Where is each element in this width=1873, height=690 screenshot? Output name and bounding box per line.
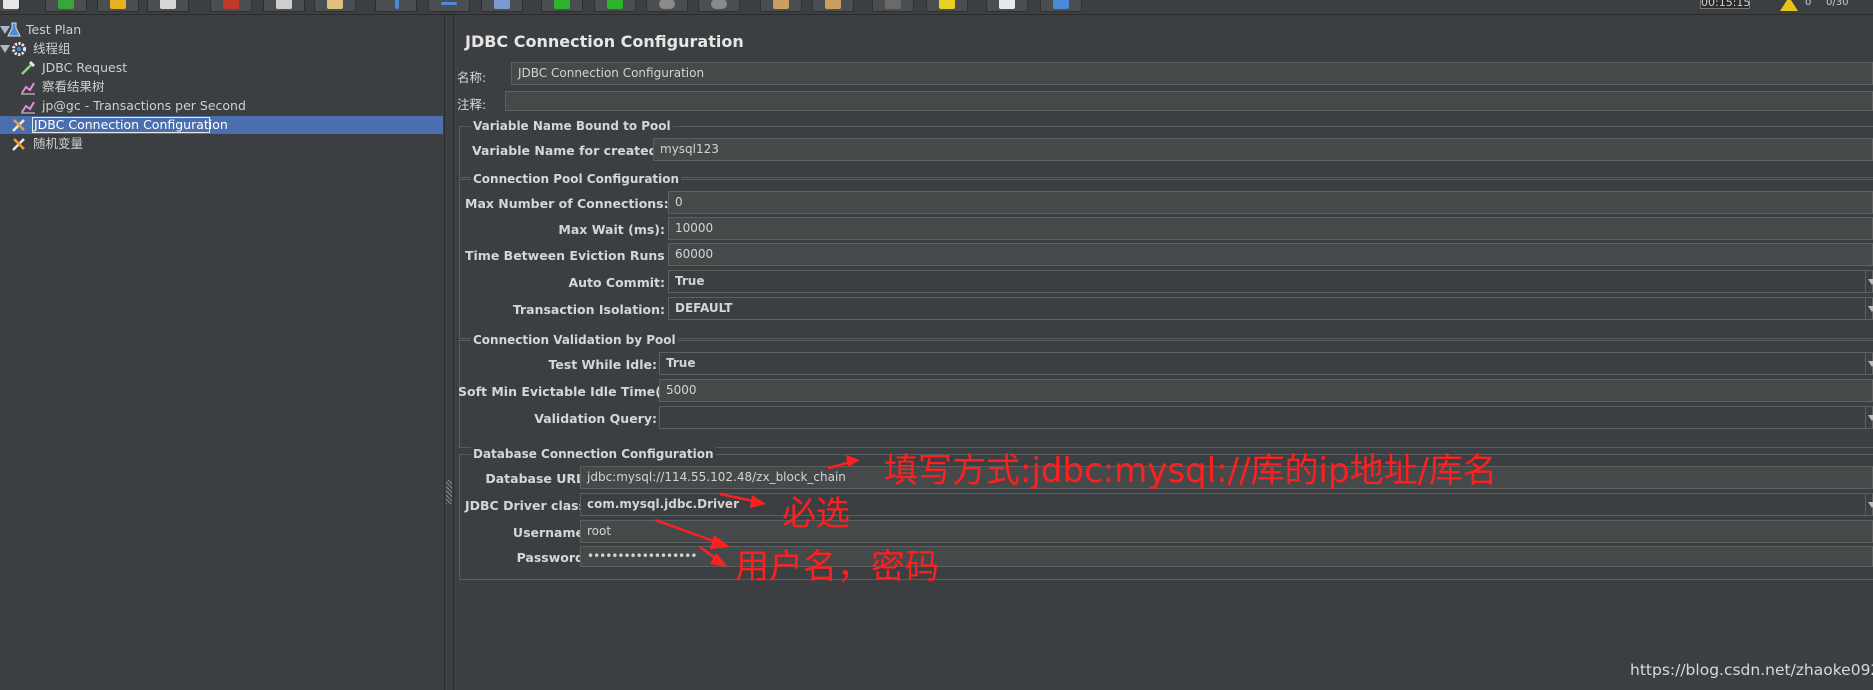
- tree-item-thread-group[interactable]: 线程组: [0, 40, 300, 58]
- test-while-idle-select[interactable]: True: [659, 352, 1873, 375]
- chevron-down-icon[interactable]: [1868, 306, 1873, 312]
- combo-divider: [1865, 297, 1866, 320]
- chart-icon: [21, 82, 35, 95]
- cut-icon[interactable]: [210, 0, 252, 12]
- config-panel: JDBC Connection Configuration 名称: JDBC C…: [455, 15, 1873, 690]
- save-icon[interactable]: [147, 0, 189, 12]
- pane-splitter[interactable]: [444, 15, 454, 690]
- function-helper-icon[interactable]: [986, 0, 1028, 12]
- max-wait-input[interactable]: 10000: [668, 217, 1873, 240]
- elapsed-timer: 00:15:15: [1700, 0, 1750, 9]
- new-icon[interactable]: [0, 0, 20, 12]
- copy-icon[interactable]: [263, 0, 305, 12]
- tree-item-test-plan[interactable]: Test Plan: [0, 21, 300, 39]
- start-icon[interactable]: [541, 0, 583, 12]
- toolbar: 00:15:15 0 0/30: [0, 0, 1873, 15]
- tree-item-label: JDBC Request: [42, 60, 128, 75]
- name-input[interactable]: JDBC Connection Configuration: [511, 62, 1873, 85]
- username-input[interactable]: root: [580, 520, 1873, 543]
- transaction-isolation-select[interactable]: DEFAULT: [668, 297, 1873, 320]
- expand-icon[interactable]: [375, 0, 417, 12]
- combo-divider: [1865, 270, 1866, 293]
- chevron-down-icon[interactable]: [1868, 415, 1873, 421]
- transaction-isolation-label: Transaction Isolation:: [512, 302, 665, 317]
- pool-name-input[interactable]: mysql123: [653, 138, 1873, 161]
- name-label: 名称:: [457, 70, 487, 85]
- tree-item-transactions-per-second[interactable]: jp@gc - Transactions per Second: [0, 97, 300, 115]
- pipette-icon: [21, 60, 36, 75]
- tools-icon: [12, 119, 25, 132]
- clear-all-icon[interactable]: [812, 0, 854, 12]
- test-while-idle-label: Test While Idle:: [548, 357, 657, 372]
- password-label: Password:: [516, 550, 589, 565]
- jdbc-driver-select[interactable]: com.mysql.jdbc.Driver: [580, 493, 1873, 516]
- shutdown-icon[interactable]: [698, 0, 740, 12]
- group-title: Connection Validation by Pool: [471, 333, 678, 347]
- username-label: Username:: [512, 525, 589, 540]
- tree-item-label: JDBC Connection Configuration: [34, 117, 228, 132]
- validation-query-label: Validation Query:: [534, 411, 657, 426]
- driver-required-note: 必选: [782, 494, 850, 534]
- jdbc-driver-label: JDBC Driver class:: [465, 498, 592, 513]
- tree-item-label: 随机变量: [33, 136, 84, 151]
- tree-item-label: jp@gc - Transactions per Second: [42, 98, 246, 113]
- soft-min-idle-input[interactable]: 5000: [659, 379, 1873, 402]
- paste-icon[interactable]: [314, 0, 356, 12]
- start-no-pause-icon[interactable]: [594, 0, 636, 12]
- page-title: JDBC Connection Configuration: [465, 32, 744, 51]
- tree-item-label: Test Plan: [26, 22, 82, 37]
- combo-divider: [1865, 406, 1866, 429]
- tree-item-label: 线程组: [33, 41, 71, 56]
- toggle-icon[interactable]: [481, 0, 523, 12]
- max-connections-input[interactable]: 0: [668, 191, 1873, 214]
- search-icon[interactable]: [872, 0, 914, 12]
- stop-icon[interactable]: [646, 0, 688, 12]
- chevron-down-icon[interactable]: [1868, 502, 1873, 508]
- open-icon[interactable]: [97, 0, 139, 12]
- auto-commit-label: Auto Commit:: [568, 275, 665, 290]
- splitter-grip-icon[interactable]: [446, 480, 452, 504]
- tools-icon: [12, 138, 25, 151]
- group-title: Variable Name Bound to Pool: [471, 119, 673, 133]
- soft-min-idle-label: Soft Min Evictable Idle Time(ms):: [458, 384, 693, 399]
- database-url-label: Database URL:: [485, 471, 589, 486]
- help-icon[interactable]: [1040, 0, 1082, 12]
- eviction-runs-input[interactable]: 60000: [668, 243, 1873, 266]
- credentials-note: 用户名，密码: [735, 547, 939, 587]
- flask-icon: [7, 22, 21, 37]
- tree-item-random-variable[interactable]: 随机变量: [0, 135, 300, 153]
- max-connections-label: Max Number of Connections:: [465, 196, 669, 211]
- chevron-down-icon[interactable]: [1868, 279, 1873, 285]
- url-format-note: 填写方式:jdbc:mysql://库的ip地址/库名: [884, 451, 1498, 491]
- warning-count: 0: [1805, 0, 1812, 8]
- comment-label: 注释:: [457, 97, 487, 112]
- clear-icon[interactable]: [760, 0, 802, 12]
- chart-icon: [21, 101, 35, 114]
- tree-item-view-results-tree[interactable]: 察看结果树: [0, 78, 300, 96]
- gear-icon: [12, 42, 26, 56]
- tree-item-jdbc-request[interactable]: JDBC Request: [0, 59, 300, 77]
- group-title: Connection Pool Configuration: [471, 172, 682, 186]
- combo-divider: [1865, 493, 1866, 516]
- auto-commit-select[interactable]: True: [668, 270, 1873, 293]
- templates-icon[interactable]: [45, 0, 87, 12]
- watermark: https://blog.csdn.net/zhaoke0926: [1630, 661, 1873, 679]
- reset-search-icon[interactable]: [926, 0, 968, 12]
- combo-divider: [1865, 352, 1866, 375]
- active-threads: 0/30: [1826, 0, 1849, 8]
- comment-input[interactable]: [505, 91, 1873, 111]
- eviction-runs-label: Time Between Eviction Runs (ms):: [465, 248, 706, 263]
- max-wait-label: Max Wait (ms):: [558, 222, 665, 237]
- chevron-down-icon[interactable]: [1868, 361, 1873, 367]
- group-title: Database Connection Configuration: [471, 447, 716, 461]
- collapse-icon[interactable]: [428, 0, 470, 12]
- tree-item-jdbc-connection-configuration[interactable]: JDBC Connection Configuration: [0, 116, 300, 134]
- validation-query-select[interactable]: [659, 406, 1873, 429]
- warning-icon[interactable]: [1780, 0, 1798, 11]
- tree-item-label: 察看结果树: [42, 79, 105, 94]
- expand-toggle-icon[interactable]: [0, 45, 10, 53]
- test-plan-tree: Test Plan 线程组 JDBC Request 察看结果树 jp@gc -…: [0, 15, 444, 690]
